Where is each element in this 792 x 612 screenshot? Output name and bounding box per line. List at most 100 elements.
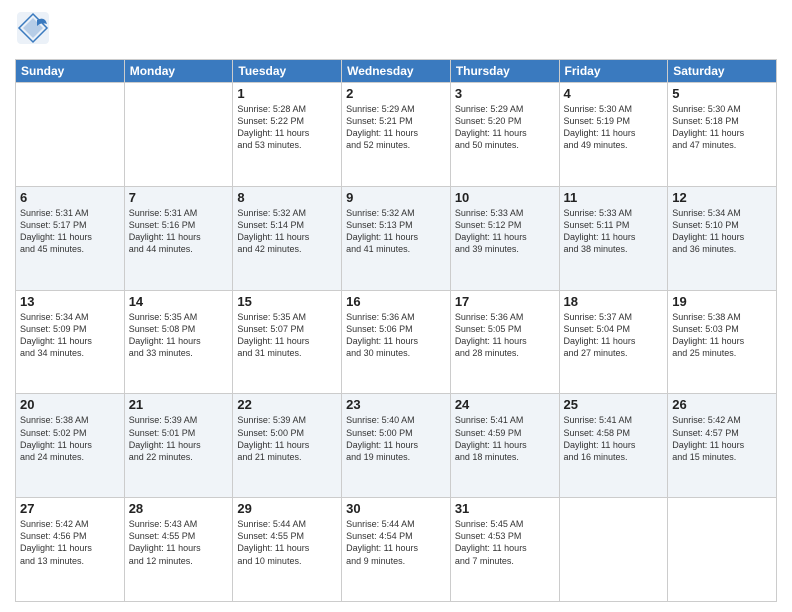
day-number: 11 xyxy=(564,190,664,205)
cell-content: Sunrise: 5:39 AM Sunset: 5:00 PM Dayligh… xyxy=(237,414,337,463)
day-number: 20 xyxy=(20,397,120,412)
cell-content: Sunrise: 5:42 AM Sunset: 4:56 PM Dayligh… xyxy=(20,518,120,567)
calendar-cell: 22 Sunrise: 5:39 AM Sunset: 5:00 PM Dayli… xyxy=(233,394,342,498)
weekday-header: Thursday xyxy=(450,60,559,83)
cell-content: Sunrise: 5:36 AM Sunset: 5:06 PM Dayligh… xyxy=(346,311,446,360)
calendar-cell: 30 Sunrise: 5:44 AM Sunset: 4:54 PM Dayli… xyxy=(342,498,451,602)
calendar-cell: 19 Sunrise: 5:38 AM Sunset: 5:03 PM Dayli… xyxy=(668,290,777,394)
day-number: 21 xyxy=(129,397,229,412)
cell-content: Sunrise: 5:39 AM Sunset: 5:01 PM Dayligh… xyxy=(129,414,229,463)
calendar-cell: 3 Sunrise: 5:29 AM Sunset: 5:20 PM Daylig… xyxy=(450,83,559,187)
day-number: 13 xyxy=(20,294,120,309)
calendar-cell: 2 Sunrise: 5:29 AM Sunset: 5:21 PM Daylig… xyxy=(342,83,451,187)
cell-content: Sunrise: 5:41 AM Sunset: 4:58 PM Dayligh… xyxy=(564,414,664,463)
day-number: 28 xyxy=(129,501,229,516)
cell-content: Sunrise: 5:40 AM Sunset: 5:00 PM Dayligh… xyxy=(346,414,446,463)
calendar-cell: 14 Sunrise: 5:35 AM Sunset: 5:08 PM Dayli… xyxy=(124,290,233,394)
cell-content: Sunrise: 5:35 AM Sunset: 5:08 PM Dayligh… xyxy=(129,311,229,360)
calendar-cell: 13 Sunrise: 5:34 AM Sunset: 5:09 PM Dayli… xyxy=(16,290,125,394)
day-number: 27 xyxy=(20,501,120,516)
calendar-cell: 18 Sunrise: 5:37 AM Sunset: 5:04 PM Dayli… xyxy=(559,290,668,394)
calendar-cell: 17 Sunrise: 5:36 AM Sunset: 5:05 PM Dayli… xyxy=(450,290,559,394)
cell-content: Sunrise: 5:42 AM Sunset: 4:57 PM Dayligh… xyxy=(672,414,772,463)
weekday-header: Monday xyxy=(124,60,233,83)
cell-content: Sunrise: 5:37 AM Sunset: 5:04 PM Dayligh… xyxy=(564,311,664,360)
calendar-cell: 9Sunrise: 5:32 AM Sunset: 5:13 PM Daylig… xyxy=(342,186,451,290)
calendar-cell: 1 Sunrise: 5:28 AM Sunset: 5:22 PM Daylig… xyxy=(233,83,342,187)
calendar-week-row: 20 Sunrise: 5:38 AM Sunset: 5:02 PM Dayli… xyxy=(16,394,777,498)
day-number: 31 xyxy=(455,501,555,516)
day-number: 14 xyxy=(129,294,229,309)
calendar-cell: 21 Sunrise: 5:39 AM Sunset: 5:01 PM Dayli… xyxy=(124,394,233,498)
day-number: 15 xyxy=(237,294,337,309)
calendar-cell xyxy=(124,83,233,187)
cell-content: Sunrise: 5:30 AM Sunset: 5:18 PM Dayligh… xyxy=(672,103,772,152)
cell-content: Sunrise: 5:41 AM Sunset: 4:59 PM Dayligh… xyxy=(455,414,555,463)
calendar-week-row: 1 Sunrise: 5:28 AM Sunset: 5:22 PM Daylig… xyxy=(16,83,777,187)
calendar-cell: 25 Sunrise: 5:41 AM Sunset: 4:58 PM Dayli… xyxy=(559,394,668,498)
calendar-table: SundayMondayTuesdayWednesdayThursdayFrid… xyxy=(15,59,777,602)
calendar-cell: 10 Sunrise: 5:33 AM Sunset: 5:12 PM Dayli… xyxy=(450,186,559,290)
day-number: 1 xyxy=(237,86,337,101)
cell-content: Sunrise: 5:32 AM Sunset: 5:14 PM Dayligh… xyxy=(237,207,337,256)
calendar-cell: 15 Sunrise: 5:35 AM Sunset: 5:07 PM Dayli… xyxy=(233,290,342,394)
weekday-header: Tuesday xyxy=(233,60,342,83)
day-number: 2 xyxy=(346,86,446,101)
calendar-week-row: 6 Sunrise: 5:31 AM Sunset: 5:17 PM Daylig… xyxy=(16,186,777,290)
calendar-cell xyxy=(16,83,125,187)
cell-content: Sunrise: 5:28 AM Sunset: 5:22 PM Dayligh… xyxy=(237,103,337,152)
cell-content: Sunrise: 5:33 AM Sunset: 5:11 PM Dayligh… xyxy=(564,207,664,256)
day-number: 6 xyxy=(20,190,120,205)
cell-content: Sunrise: 5:33 AM Sunset: 5:12 PM Dayligh… xyxy=(455,207,555,256)
logo-icon xyxy=(15,10,51,46)
weekday-header: Wednesday xyxy=(342,60,451,83)
logo xyxy=(15,10,57,51)
calendar-cell: 27 Sunrise: 5:42 AM Sunset: 4:56 PM Dayli… xyxy=(16,498,125,602)
cell-content: Sunrise: 5:31 AM Sunset: 5:17 PM Dayligh… xyxy=(20,207,120,256)
weekday-header: Saturday xyxy=(668,60,777,83)
day-number: 17 xyxy=(455,294,555,309)
calendar-cell: 5 Sunrise: 5:30 AM Sunset: 5:18 PM Daylig… xyxy=(668,83,777,187)
cell-content: Sunrise: 5:36 AM Sunset: 5:05 PM Dayligh… xyxy=(455,311,555,360)
day-number: 26 xyxy=(672,397,772,412)
day-number: 25 xyxy=(564,397,664,412)
calendar-cell: 12Sunrise: 5:34 AM Sunset: 5:10 PM Dayli… xyxy=(668,186,777,290)
cell-content: Sunrise: 5:38 AM Sunset: 5:02 PM Dayligh… xyxy=(20,414,120,463)
cell-content: Sunrise: 5:31 AM Sunset: 5:16 PM Dayligh… xyxy=(129,207,229,256)
calendar-cell xyxy=(668,498,777,602)
day-number: 16 xyxy=(346,294,446,309)
day-number: 3 xyxy=(455,86,555,101)
day-number: 18 xyxy=(564,294,664,309)
day-number: 7 xyxy=(129,190,229,205)
day-number: 30 xyxy=(346,501,446,516)
cell-content: Sunrise: 5:34 AM Sunset: 5:10 PM Dayligh… xyxy=(672,207,772,256)
calendar-cell: 6 Sunrise: 5:31 AM Sunset: 5:17 PM Daylig… xyxy=(16,186,125,290)
calendar-week-row: 13 Sunrise: 5:34 AM Sunset: 5:09 PM Dayli… xyxy=(16,290,777,394)
header xyxy=(15,10,777,51)
calendar-cell: 7 Sunrise: 5:31 AM Sunset: 5:16 PM Daylig… xyxy=(124,186,233,290)
calendar-cell: 29Sunrise: 5:44 AM Sunset: 4:55 PM Dayli… xyxy=(233,498,342,602)
calendar-cell: 24Sunrise: 5:41 AM Sunset: 4:59 PM Dayli… xyxy=(450,394,559,498)
day-number: 23 xyxy=(346,397,446,412)
cell-content: Sunrise: 5:44 AM Sunset: 4:54 PM Dayligh… xyxy=(346,518,446,567)
cell-content: Sunrise: 5:29 AM Sunset: 5:21 PM Dayligh… xyxy=(346,103,446,152)
cell-content: Sunrise: 5:30 AM Sunset: 5:19 PM Dayligh… xyxy=(564,103,664,152)
calendar-cell: 11 Sunrise: 5:33 AM Sunset: 5:11 PM Dayli… xyxy=(559,186,668,290)
day-number: 5 xyxy=(672,86,772,101)
day-number: 10 xyxy=(455,190,555,205)
day-number: 22 xyxy=(237,397,337,412)
cell-content: Sunrise: 5:35 AM Sunset: 5:07 PM Dayligh… xyxy=(237,311,337,360)
day-number: 8 xyxy=(237,190,337,205)
cell-content: Sunrise: 5:34 AM Sunset: 5:09 PM Dayligh… xyxy=(20,311,120,360)
weekday-header: Sunday xyxy=(16,60,125,83)
calendar-cell: 4Sunrise: 5:30 AM Sunset: 5:19 PM Daylig… xyxy=(559,83,668,187)
cell-content: Sunrise: 5:29 AM Sunset: 5:20 PM Dayligh… xyxy=(455,103,555,152)
day-number: 19 xyxy=(672,294,772,309)
calendar-cell: 31Sunrise: 5:45 AM Sunset: 4:53 PM Dayli… xyxy=(450,498,559,602)
calendar-cell: 8 Sunrise: 5:32 AM Sunset: 5:14 PM Daylig… xyxy=(233,186,342,290)
calendar-cell: 26 Sunrise: 5:42 AM Sunset: 4:57 PM Dayli… xyxy=(668,394,777,498)
cell-content: Sunrise: 5:38 AM Sunset: 5:03 PM Dayligh… xyxy=(672,311,772,360)
calendar-cell xyxy=(559,498,668,602)
calendar-cell: 16 Sunrise: 5:36 AM Sunset: 5:06 PM Dayli… xyxy=(342,290,451,394)
calendar-cell: 23 Sunrise: 5:40 AM Sunset: 5:00 PM Dayli… xyxy=(342,394,451,498)
